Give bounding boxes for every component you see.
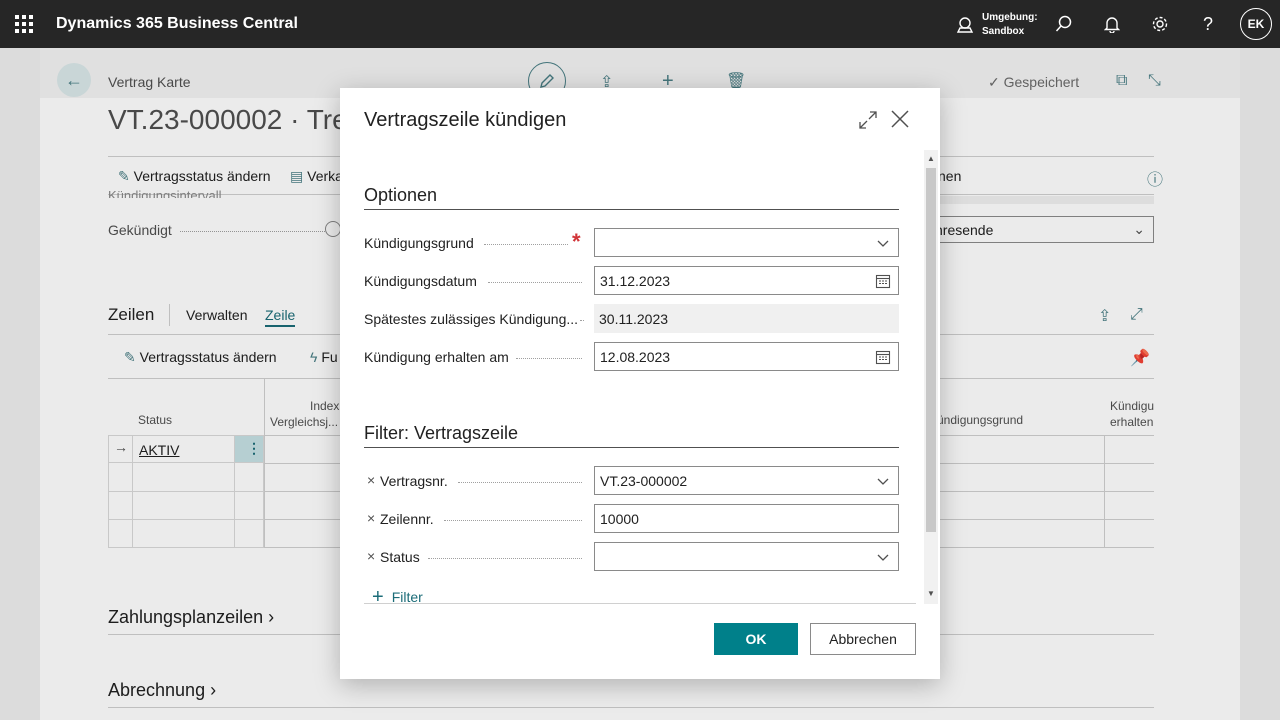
search-icon[interactable] [1052, 12, 1076, 36]
scrollbar-thumb[interactable] [926, 168, 936, 532]
cancellation-date-input[interactable]: 31.12.2023 [594, 266, 899, 295]
latest-cancellation-label: Spätestes zulässiges Kündigung... [364, 311, 579, 327]
cancel-button[interactable]: Abbrechen [810, 623, 916, 655]
close-icon[interactable] [888, 107, 912, 131]
calendar-icon[interactable] [875, 349, 891, 365]
ok-button[interactable]: OK [714, 623, 798, 655]
gear-icon[interactable] [1148, 12, 1172, 36]
cancellation-reason-dropdown[interactable] [594, 228, 899, 257]
environment-icon [956, 17, 974, 33]
status-filter-dropdown[interactable] [594, 542, 899, 571]
chevron-down-icon [877, 240, 889, 247]
top-bar: Dynamics 365 Business Central Umgebung: … [0, 0, 1280, 48]
line-no-filter-input[interactable]: 10000 [594, 504, 899, 533]
cancellation-received-input[interactable]: 12.08.2023 [594, 342, 899, 371]
line-no-filter-label: Zeilennr. [380, 511, 434, 527]
cancellation-reason-label: Kündigungsgrund [364, 235, 474, 251]
terminate-contract-line-dialog: Vertragszeile kündigen ▲ ▼ Optionen Künd… [340, 88, 940, 679]
dialog-title: Vertragszeile kündigen [364, 109, 567, 131]
environment-label: Umgebung: [982, 12, 1038, 23]
product-name[interactable]: Dynamics 365 Business Central [56, 15, 298, 33]
cancellation-date-label: Kündigungsdatum [364, 273, 477, 289]
calendar-icon[interactable] [875, 273, 891, 289]
avatar[interactable]: EK [1240, 8, 1272, 40]
plus-icon: + [372, 590, 384, 603]
chevron-down-icon [877, 478, 889, 485]
scroll-up-icon[interactable]: ▲ [926, 154, 936, 164]
contract-no-filter-label: Vertragsnr. [380, 473, 448, 489]
latest-cancellation-value: 30.11.2023 [594, 304, 899, 333]
filter-section-title: Filter: Vertragszeile [364, 423, 519, 443]
options-section-title: Optionen [364, 185, 438, 205]
chevron-down-icon [877, 554, 889, 561]
expand-icon[interactable] [856, 108, 880, 132]
remove-filter-icon[interactable]: × [367, 472, 375, 488]
required-indicator: * [572, 229, 581, 254]
add-filter-button[interactable]: + Filter [372, 590, 423, 603]
bell-icon[interactable] [1100, 12, 1124, 36]
environment-value: Sandbox [982, 26, 1025, 37]
app-launcher-icon[interactable] [15, 15, 33, 33]
cancellation-received-label: Kündigung erhalten am [364, 349, 509, 365]
contract-no-filter-dropdown[interactable]: VT.23-000002 [594, 466, 899, 495]
environment-indicator[interactable]: Umgebung: Sandbox [956, 10, 1038, 40]
status-filter-label: Status [380, 549, 420, 565]
remove-filter-icon[interactable]: × [367, 548, 375, 564]
scroll-down-icon[interactable]: ▼ [926, 589, 936, 599]
remove-filter-icon[interactable]: × [367, 510, 375, 526]
help-icon[interactable]: ? [1196, 12, 1220, 36]
